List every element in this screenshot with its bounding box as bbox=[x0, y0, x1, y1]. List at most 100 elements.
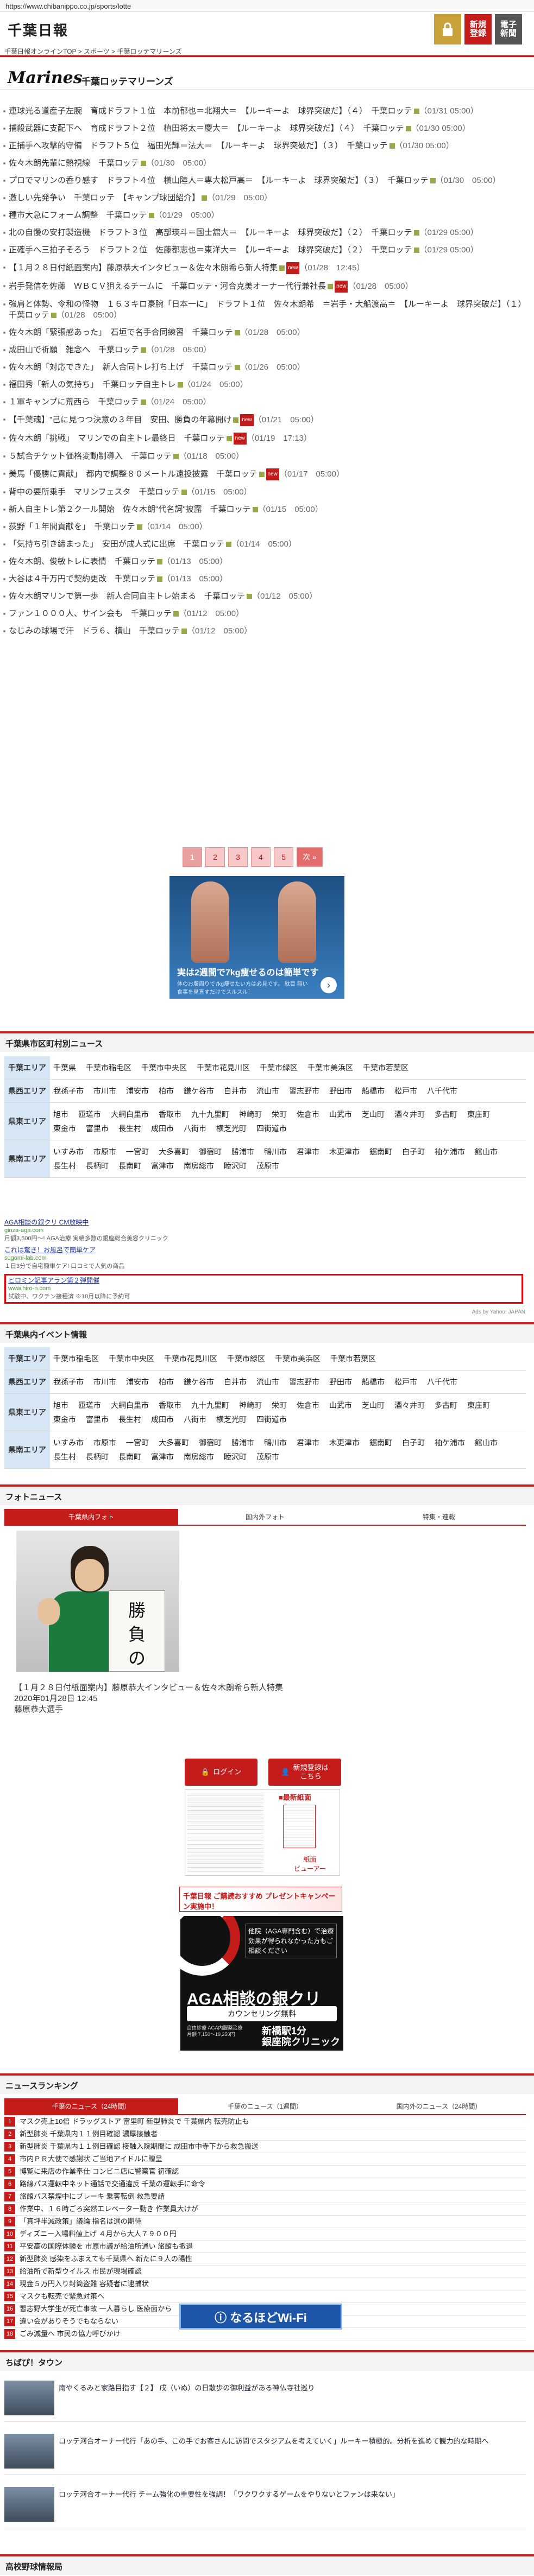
page-button[interactable]: 4 bbox=[251, 847, 271, 867]
ranking-title[interactable]: 新型肺炎 感染をふまえても千葉県へ 新たに９人の陽性 bbox=[20, 2253, 192, 2265]
area-link[interactable]: 一宮町 bbox=[126, 1437, 149, 1448]
area-link[interactable]: 佐倉市 bbox=[297, 1400, 319, 1411]
area-link[interactable]: 館山市 bbox=[475, 1437, 498, 1448]
ranking-item[interactable]: 5 博覧に来店の作業奉仕 コンビニ店に警察官 初確認 bbox=[4, 2166, 526, 2178]
news-link[interactable]: ファン１０００人、サイン会も 千葉ロッテ bbox=[9, 609, 172, 618]
area-link[interactable]: 御宿町 bbox=[199, 1437, 222, 1448]
area-link[interactable]: 柏市 bbox=[159, 1376, 174, 1387]
area-link[interactable]: 松戸市 bbox=[394, 1086, 417, 1096]
news-link[interactable]: 美馬「優勝に貢献」 都内で調整８０メートル遠投披露 千葉ロッテ bbox=[9, 469, 257, 479]
text-ad-title[interactable]: これは驚き！お風呂で簡単ケア bbox=[4, 1246, 526, 1254]
area-link[interactable]: 鎌ケ谷市 bbox=[184, 1086, 214, 1096]
news-link[interactable]: 大谷は４千万円で契約更改 千葉ロッテ bbox=[9, 574, 155, 583]
area-link[interactable]: 八千代市 bbox=[427, 1086, 457, 1096]
ranking-title[interactable]: 新型肺炎 千葉県内１１例目確認 濃厚接触者 bbox=[20, 2128, 158, 2140]
area-link[interactable]: 佐倉市 bbox=[297, 1109, 319, 1120]
area-link[interactable]: 白井市 bbox=[224, 1376, 247, 1387]
area-link[interactable]: 芝山町 bbox=[362, 1400, 385, 1411]
area-link[interactable]: 山武市 bbox=[329, 1109, 352, 1120]
area-link[interactable]: 千葉市稲毛区 bbox=[86, 1062, 131, 1073]
area-link[interactable]: 富里市 bbox=[86, 1123, 109, 1134]
area-link[interactable]: 鋸南町 bbox=[369, 1146, 392, 1157]
area-link[interactable]: 大網白里市 bbox=[111, 1109, 149, 1120]
area-link[interactable]: 勝浦市 bbox=[231, 1437, 254, 1448]
ranking-item[interactable]: 2 新型肺炎 千葉県内１１例目確認 濃厚接触者 bbox=[4, 2128, 526, 2141]
news-link[interactable]: 新人自主トレ第２クール開始 佐々木朗"代名詞"披露 千葉ロッテ bbox=[9, 505, 251, 514]
ranking-item[interactable]: 3 新型肺炎 千葉県内１１例目確認 接触入院期間に 成田市中寺下から救急搬送 bbox=[4, 2141, 526, 2153]
area-link[interactable]: 木更津市 bbox=[329, 1437, 360, 1448]
ranking-item[interactable]: 7 旅館パス禁煙中にブレーキ 乗客転倒 救急要請 bbox=[4, 2191, 526, 2203]
area-link[interactable]: 御宿町 bbox=[199, 1146, 222, 1157]
area-link[interactable]: 勝浦市 bbox=[231, 1146, 254, 1157]
area-link[interactable]: 市川市 bbox=[93, 1086, 116, 1096]
area-link[interactable]: 千葉市中央区 bbox=[141, 1062, 187, 1073]
ranking-item[interactable]: 14 現金５万円入り封筒盗難 容疑者に逮捕状 bbox=[4, 2278, 526, 2291]
register-here-button[interactable]: 👤 新規登録は こちら bbox=[268, 1759, 341, 1786]
area-link[interactable]: 千葉市若葉区 bbox=[330, 1353, 376, 1364]
area-link[interactable]: 睦沢町 bbox=[224, 1451, 247, 1462]
area-link[interactable]: 東金市 bbox=[53, 1414, 76, 1425]
area-link[interactable]: 富津市 bbox=[151, 1451, 174, 1462]
area-link[interactable]: 我孫子市 bbox=[53, 1086, 84, 1096]
area-link[interactable]: 白子町 bbox=[402, 1437, 425, 1448]
area-link[interactable]: 長生村 bbox=[118, 1123, 141, 1134]
news-link[interactable]: 福田秀「新人の気持ち」 千葉ロッテ自主トレ bbox=[9, 380, 176, 389]
area-link[interactable]: 鋸南町 bbox=[369, 1437, 392, 1448]
news-link[interactable]: 岩手発信を佐藤 ＷＢＣＶ狙えるチームに 千葉ロッテ・河合克美オーナー代行兼社長 bbox=[9, 282, 326, 291]
area-link[interactable]: 栄町 bbox=[272, 1400, 287, 1411]
page-button[interactable]: 5 bbox=[274, 847, 293, 867]
text-ad[interactable]: ヒロミン記事アラン第２弾開催 www.hiro-n.com 試験中、ワクチン接種済 … bbox=[4, 1274, 523, 1304]
ranking-title[interactable]: 現金５万円入り封筒盗難 容疑者に逮捕状 bbox=[20, 2278, 149, 2290]
login-button[interactable]: 🔒 ログイン bbox=[185, 1759, 257, 1786]
area-link[interactable]: 茂原市 bbox=[256, 1451, 279, 1462]
area-link[interactable]: 八千代市 bbox=[427, 1376, 457, 1387]
ranking-item[interactable]: 15 マスクも転売で緊急対策へ bbox=[4, 2291, 526, 2303]
area-link[interactable]: 千葉市花見川区 bbox=[164, 1353, 217, 1364]
area-link[interactable]: 南房総市 bbox=[184, 1160, 214, 1171]
area-link[interactable]: 芝山町 bbox=[362, 1109, 385, 1120]
digital-paper-button[interactable]: 電子 新聞 bbox=[495, 14, 522, 45]
area-link[interactable]: 千葉市美浜区 bbox=[307, 1062, 353, 1073]
news-link[interactable]: 「気持ち引き締まった」 安田が成人式に出席 千葉ロッテ bbox=[9, 540, 224, 549]
caption-title[interactable]: 【１月２８日付紙面案内】藤原恭大インタビュー＆佐々木朗希ら新人特集 bbox=[14, 1683, 283, 1693]
area-link[interactable]: 四街道市 bbox=[256, 1123, 287, 1134]
area-link[interactable]: 浦安市 bbox=[126, 1376, 149, 1387]
area-link[interactable]: 鎌ケ谷市 bbox=[184, 1376, 214, 1387]
tab-photo[interactable]: 国内外フォト bbox=[178, 1509, 352, 1525]
area-link[interactable]: 長柄町 bbox=[86, 1160, 109, 1171]
area-link[interactable]: 酒々井町 bbox=[394, 1109, 425, 1120]
area-link[interactable]: 東庄町 bbox=[467, 1400, 490, 1411]
site-logo[interactable]: 千葉日報 bbox=[8, 20, 68, 40]
news-link[interactable]: 佐々木朗「挑戦」 マリンでの自主トレ最終日 千葉ロッテ bbox=[9, 434, 225, 443]
news-link[interactable]: プロでマリンの香り感す ドラフト４位 横山陸人＝専大松戸高＝ 【ルーキーよ 球界… bbox=[9, 176, 429, 185]
area-link[interactable]: 千葉市緑区 bbox=[227, 1353, 265, 1364]
page-button[interactable]: 3 bbox=[228, 847, 248, 867]
area-link[interactable]: 千葉市稲毛区 bbox=[53, 1353, 99, 1364]
area-link[interactable]: 大多喜町 bbox=[159, 1146, 189, 1157]
news-link[interactable]: 正確手へ三拍子そろう ドラフト２位 佐藤都志也＝東洋大＝ 【ルーキーよ 球界突破… bbox=[9, 245, 412, 255]
area-link[interactable]: 白井市 bbox=[224, 1086, 247, 1096]
tab-photo[interactable]: 千葉県内フォト bbox=[4, 1509, 178, 1525]
news-link[interactable]: 佐々木朗先輩に熱視線 千葉ロッテ bbox=[9, 158, 139, 168]
town-text[interactable]: ロッテ河合オーナー代行「あの手、この手でお客さんに訪問でスタジアムを考えていく」… bbox=[59, 2436, 520, 2446]
tab-photo[interactable]: 特集・連載 bbox=[352, 1509, 526, 1525]
area-link[interactable]: 野田市 bbox=[329, 1086, 352, 1096]
news-link[interactable]: 成田山で祈願 雑念へ 千葉ロッテ bbox=[9, 345, 139, 354]
news-link[interactable]: 佐々木朗マリンで第一歩 新人合同自主トレ始まる 千葉ロッテ bbox=[9, 592, 245, 601]
area-link[interactable]: 袖ケ浦市 bbox=[435, 1437, 465, 1448]
ranking-title[interactable]: 市内ＰＲ大使で感謝状 ご当地アイドルに贈呈 bbox=[20, 2153, 162, 2165]
area-link[interactable]: 長南町 bbox=[118, 1160, 141, 1171]
area-link[interactable]: 旭市 bbox=[53, 1400, 68, 1411]
news-link[interactable]: 北の自慢の安打製造機 ドラフト３位 高部瑛斗＝国士舘大＝ 【ルーキーよ 球界突破… bbox=[9, 228, 412, 237]
arrow-right-icon[interactable]: › bbox=[321, 977, 337, 993]
ranking-item[interactable]: 13 給油所で新型ウイルス 市民が現場確認 bbox=[4, 2266, 526, 2278]
news-link[interactable]: なじみの球場で汗 ドラ６、横山 千葉ロッテ bbox=[9, 626, 180, 636]
area-link[interactable]: 君津市 bbox=[297, 1437, 319, 1448]
ranking-title[interactable]: 「真坪半減政策」議論 指名は選の期待 bbox=[20, 2216, 142, 2228]
ranking-title[interactable]: 作業中、１６時ごろ突然エレベーター動き 作業員大けが bbox=[20, 2203, 198, 2215]
area-link[interactable]: 成田市 bbox=[151, 1414, 174, 1425]
news-link[interactable]: 佐々木朗「緊張感あった」 石垣で名手合同練習 千葉ロッテ bbox=[9, 328, 233, 337]
news-link[interactable]: 種市大急にフォーム調整 千葉ロッテ bbox=[9, 211, 147, 220]
area-link[interactable]: 睦沢町 bbox=[224, 1160, 247, 1171]
area-link[interactable]: 栄町 bbox=[272, 1109, 287, 1120]
